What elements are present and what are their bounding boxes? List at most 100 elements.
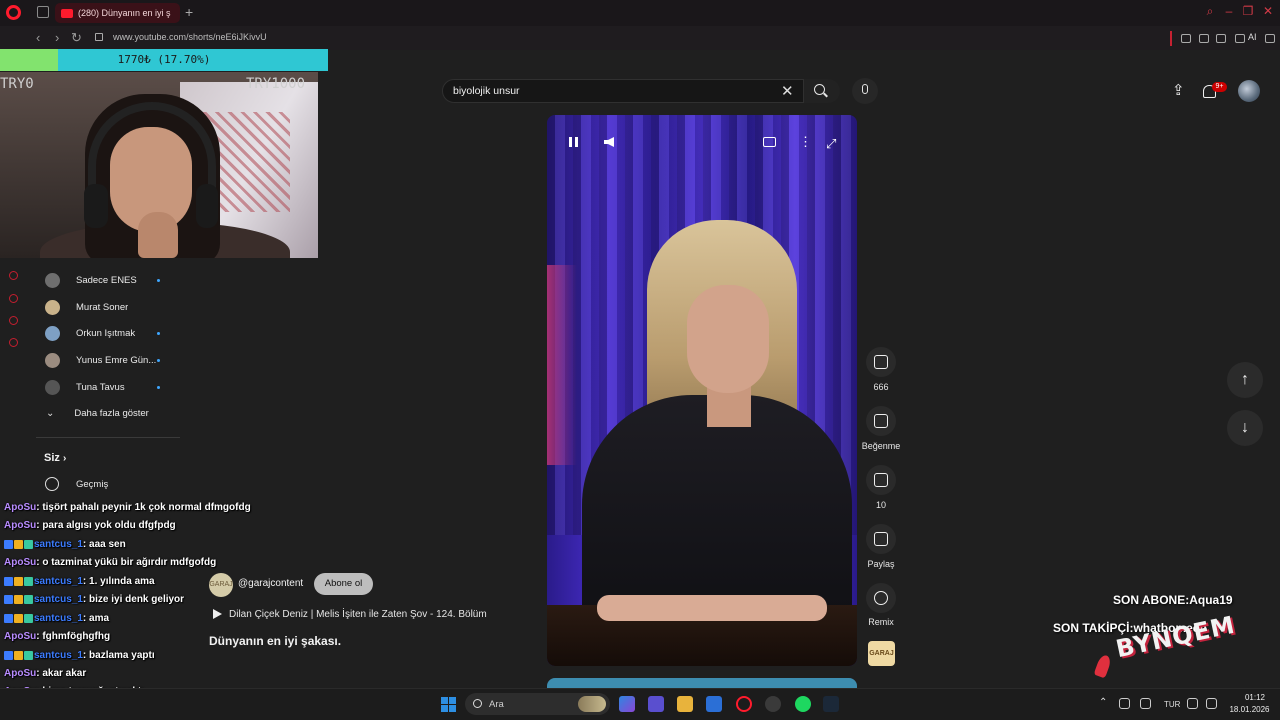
browser-tab-youtube[interactable]: (280) Dünyanın en iyi ş xyxy=(55,3,180,23)
lock-icon[interactable] xyxy=(95,33,103,41)
new-tab-button[interactable]: + xyxy=(185,4,193,20)
remix-button[interactable] xyxy=(866,583,896,613)
file-explorer-icon[interactable] xyxy=(677,696,693,712)
maximize-icon[interactable]: ❐ xyxy=(1242,5,1254,17)
channel-handle[interactable]: @garajcontent xyxy=(238,578,303,589)
chat-text: : aaa sen xyxy=(82,538,126,550)
live-dot-icon xyxy=(157,386,160,389)
close-window-icon[interactable]: ✕ xyxy=(1262,5,1274,17)
fullscreen-icon[interactable]: ⤢ xyxy=(826,136,836,152)
sidebar-divider xyxy=(36,437,180,438)
chevron-down-icon: ⌄ xyxy=(46,407,55,419)
chat-username: santcus_1 xyxy=(34,649,83,661)
chat-text: : o tazminat yükü bir ağırdır mdfgofdg xyxy=(36,556,217,568)
channel-avatar[interactable]: GARAJ xyxy=(209,573,233,597)
clear-search-icon[interactable]: ✕ xyxy=(781,82,794,100)
show-more-label: Daha fazla göster xyxy=(74,407,149,419)
steam-icon[interactable] xyxy=(823,696,839,712)
search-input[interactable]: biyolojik unsur xyxy=(453,85,520,97)
windows-start-icon[interactable] xyxy=(441,697,456,712)
video-subject-face xyxy=(687,285,769,393)
wifi-icon[interactable] xyxy=(1187,698,1198,709)
spotify-icon[interactable] xyxy=(795,696,811,712)
play-icon xyxy=(213,609,222,619)
extensions-icon[interactable] xyxy=(1181,34,1191,43)
chat-badge-icon xyxy=(4,539,13,549)
download-icon[interactable] xyxy=(1199,34,1209,43)
share-button[interactable] xyxy=(866,524,896,554)
menu-icon[interactable] xyxy=(1265,34,1275,43)
clock-date[interactable]: 18.01.2026 xyxy=(1227,705,1272,714)
sound-avatar[interactable]: GARAJ xyxy=(868,641,895,666)
obs-icon[interactable] xyxy=(765,696,781,712)
taskbar-search-input[interactable]: Ara xyxy=(489,699,504,710)
copilot-icon[interactable] xyxy=(619,696,635,712)
comments-button[interactable] xyxy=(866,465,896,495)
like-button[interactable] xyxy=(866,347,896,377)
opera-icon[interactable] xyxy=(736,696,752,712)
address-divider xyxy=(1170,31,1172,46)
forward-icon[interactable]: › xyxy=(55,30,59,45)
tab-overview-icon[interactable] xyxy=(37,6,49,18)
chat-badge-icon xyxy=(14,594,23,604)
ai-button[interactable]: AI xyxy=(1248,32,1257,42)
donation-goal-min: TRY0 xyxy=(0,76,34,92)
snapshot-icon[interactable] xyxy=(1216,34,1226,43)
webcam-hand xyxy=(138,212,178,258)
captions-icon[interactable] xyxy=(763,137,776,147)
clock-time[interactable]: 01:12 xyxy=(1240,693,1270,702)
sidebar-you-heading[interactable]: Siz › xyxy=(44,452,66,464)
avatar xyxy=(45,352,60,368)
chat-username: santcus_1 xyxy=(34,538,83,550)
opera-logo-icon[interactable] xyxy=(6,5,21,20)
aria-icon[interactable] xyxy=(1235,34,1245,43)
reload-icon[interactable]: ↻ xyxy=(71,30,82,46)
subscribe-button[interactable]: Abone ol xyxy=(314,573,373,595)
dislike-button[interactable] xyxy=(866,406,896,436)
browser-tab-bar: (280) Dünyanın en iyi ş + ⌕ – ❐ ✕ xyxy=(0,0,1280,26)
volume-tray-icon[interactable] xyxy=(1206,698,1217,709)
url-field[interactable]: www.youtube.com/shorts/neE6iJKivvU xyxy=(113,32,267,42)
chat-message: ApoSu: tişört pahalı peynir 1k çok norma… xyxy=(4,498,251,516)
tray-chevron-icon[interactable]: ⌃ xyxy=(1099,697,1107,708)
chat-badge-icon xyxy=(14,650,23,660)
chat-text: : akar akar xyxy=(36,667,87,679)
search-icon xyxy=(473,699,482,708)
chat-text: : para algısı yok oldu dfgfpdg xyxy=(36,519,176,531)
related-video-link[interactable]: Dilan Çiçek Deniz | Melis İşiten ile Zat… xyxy=(229,609,487,620)
profile-avatar[interactable] xyxy=(1238,80,1260,102)
minimize-icon[interactable]: – xyxy=(1223,5,1235,17)
like-count: 666 xyxy=(873,382,889,392)
more-options-icon[interactable]: ⋮ xyxy=(799,135,812,149)
todo-icon[interactable] xyxy=(706,696,722,712)
sidebar-settings-icon[interactable] xyxy=(9,338,18,347)
teams-icon[interactable] xyxy=(648,696,664,712)
chat-username: santcus_1 xyxy=(34,593,83,605)
chat-username: ApoSu xyxy=(4,556,37,568)
sidebar-history-icon[interactable] xyxy=(9,294,18,303)
sidebar-item-subscription[interactable]: Tuna Tavus xyxy=(36,374,186,400)
language-indicator[interactable]: TUR xyxy=(1164,700,1180,709)
shorts-video-player[interactable] xyxy=(547,115,857,666)
mic-tray-icon[interactable] xyxy=(1140,698,1151,709)
search-tabs-icon[interactable]: ⌕ xyxy=(1204,5,1216,17)
sidebar-pinboard-icon[interactable] xyxy=(9,316,18,325)
pause-icon[interactable] xyxy=(569,137,572,147)
sidebar-bookmark-icon[interactable] xyxy=(9,271,18,280)
headset-left-cup xyxy=(84,184,108,228)
sidebar-item-subscription[interactable]: Orkun Işıtmak xyxy=(36,320,186,346)
sidebar-show-more[interactable]: ⌄ Daha fazla göster xyxy=(36,400,186,426)
chat-message: santcus_1: 1. yılında ama xyxy=(4,572,155,590)
avatar xyxy=(45,299,60,315)
back-icon[interactable]: ‹ xyxy=(36,30,40,45)
sidebar-item-subscription[interactable]: Sadece ENES xyxy=(36,267,186,293)
sidebar-item-subscription[interactable]: Yunus Emre Gün... xyxy=(36,347,186,373)
cloud-icon[interactable] xyxy=(1119,698,1130,709)
sidebar-item-subscription[interactable]: Murat Soner xyxy=(36,294,186,320)
video-subject-arm xyxy=(597,595,827,621)
sidebar-item-history[interactable]: Geçmiş xyxy=(76,479,108,490)
create-icon[interactable]: ⇪ xyxy=(1172,83,1186,98)
subscription-name: Yunus Emre Gün... xyxy=(76,354,156,366)
next-short-button[interactable]: ↓ xyxy=(1227,410,1263,446)
previous-short-button[interactable]: ↑ xyxy=(1227,362,1263,398)
